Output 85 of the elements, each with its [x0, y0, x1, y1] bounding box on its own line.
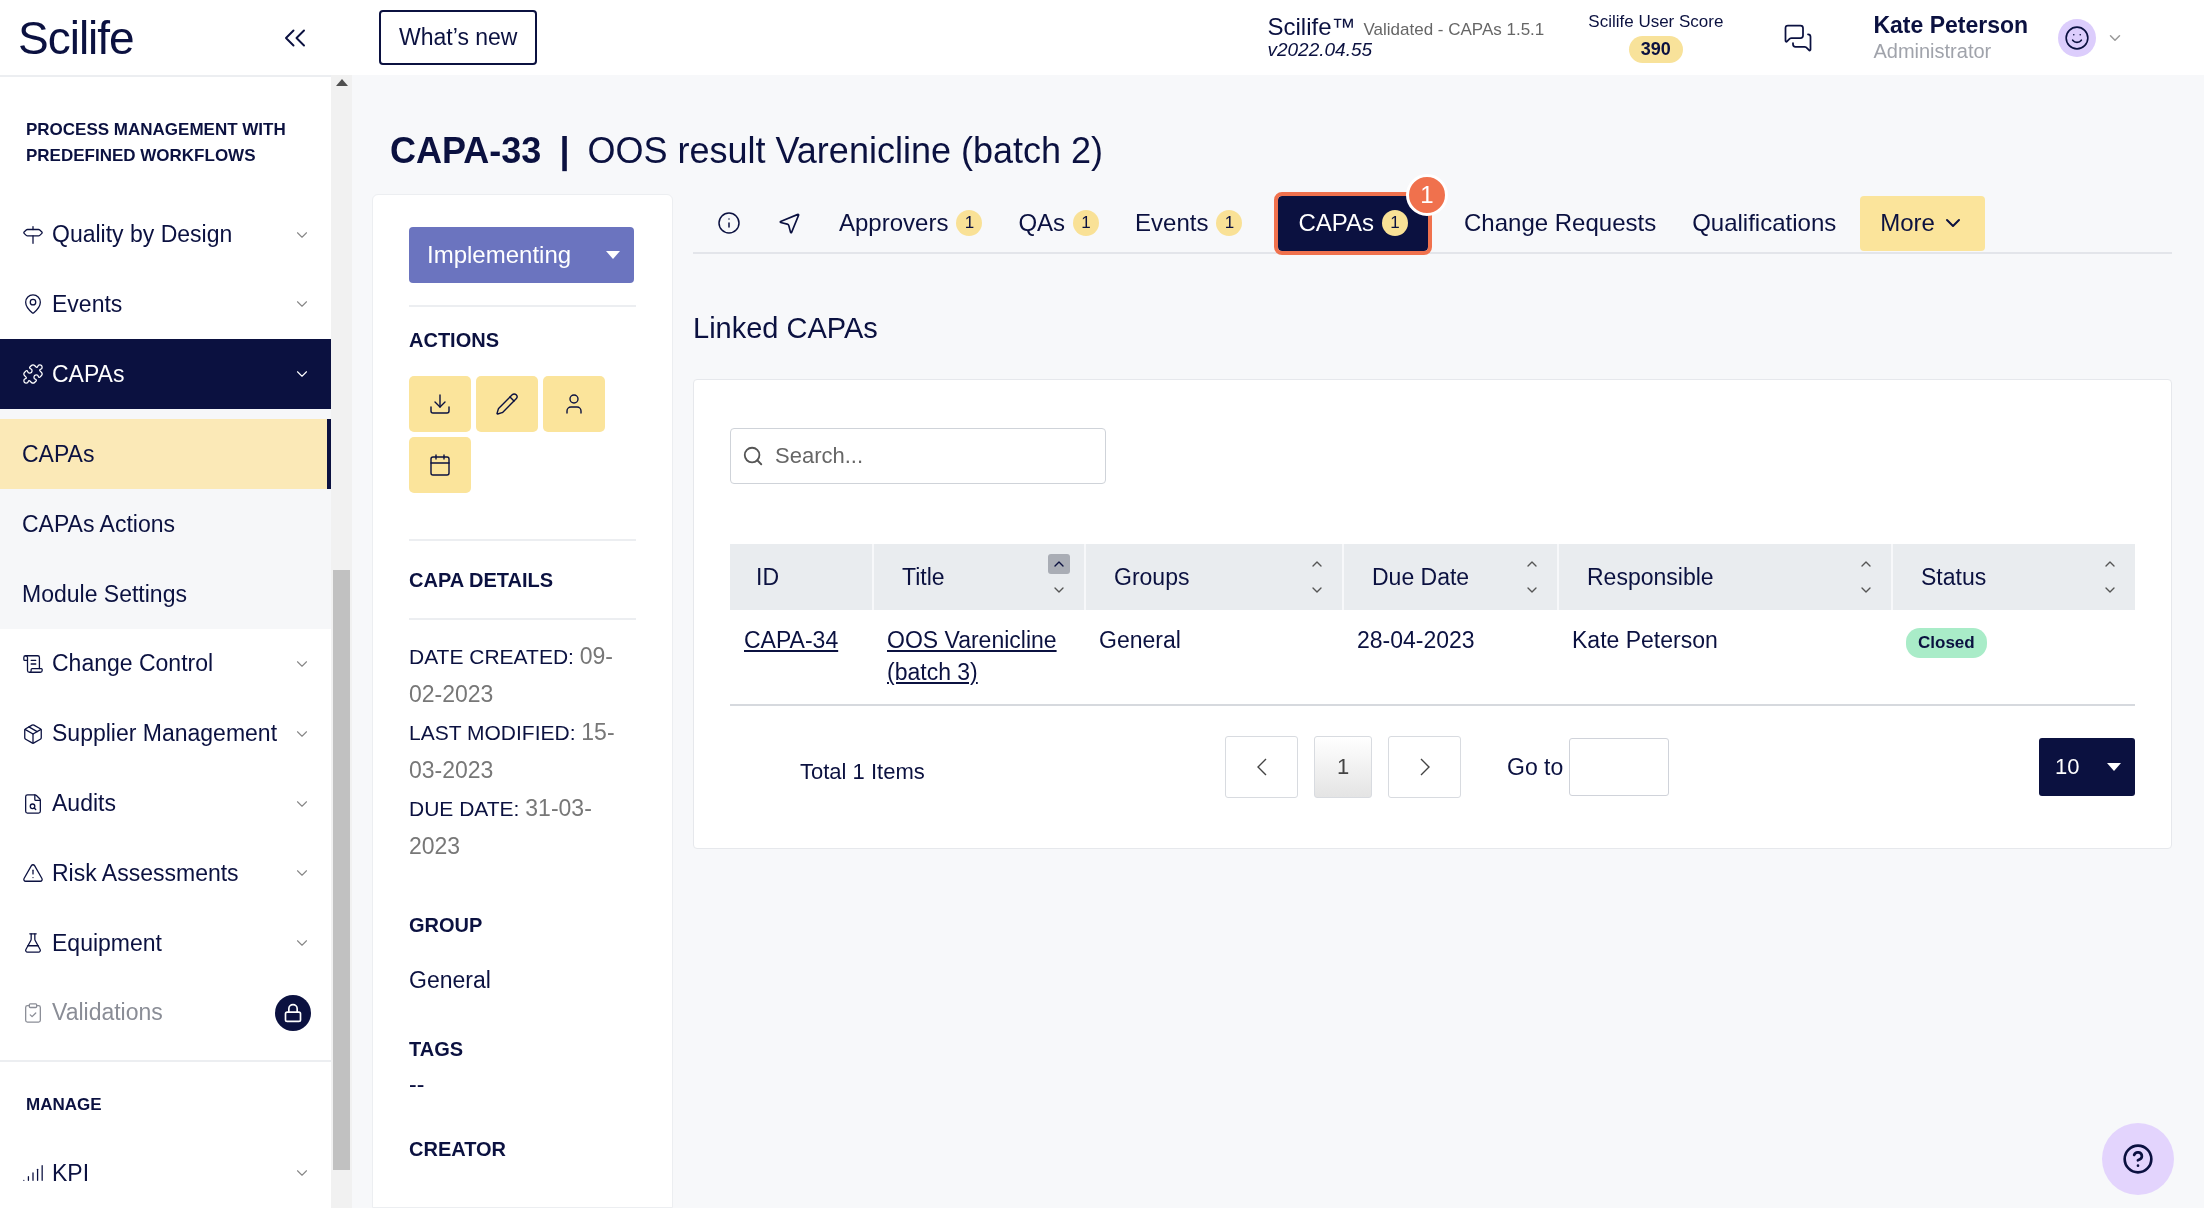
status-dropdown[interactable]: Implementing — [409, 227, 634, 283]
go-to-label: Go to — [1507, 753, 1564, 781]
file-search-icon — [22, 792, 44, 815]
document-list-icon — [22, 652, 44, 675]
count-badge: 1 — [956, 210, 983, 236]
notification-badge: 1 — [1406, 173, 1449, 216]
calendar-icon[interactable] — [409, 437, 471, 493]
signpost-icon — [22, 223, 44, 246]
warning-icon — [22, 862, 44, 885]
detail-field: DATE CREATED: 09-02-2023 — [409, 638, 636, 714]
more-button[interactable]: More — [1860, 195, 1985, 251]
map-pin-icon — [22, 293, 44, 316]
sidebar-item-label: CAPAs — [52, 360, 126, 388]
group-value: General — [409, 966, 492, 994]
score-badge: 390 — [1628, 36, 1683, 63]
help-icon — [2122, 1143, 2154, 1175]
count-badge: 1 — [1073, 210, 1100, 236]
sort-up-icon[interactable] — [1048, 554, 1070, 574]
clipboard-check-icon — [22, 1001, 44, 1024]
column-header[interactable]: Groups — [1085, 544, 1343, 610]
section-heading: CAPA DETAILS — [409, 569, 555, 592]
section-heading: ACTIONS — [409, 329, 500, 352]
record-link[interactable]: CAPA-34 — [744, 624, 839, 657]
record-link[interactable]: OOS Varenicline (batch 3) — [887, 624, 1071, 689]
sidebar-item-label: KPI — [52, 1159, 91, 1187]
chevron-right-icon — [1419, 758, 1430, 777]
logo[interactable]: Scilife — [18, 10, 134, 65]
sidebar-item-label: Events — [52, 290, 124, 318]
column-header[interactable]: Title — [873, 544, 1085, 610]
section-title: PROCESS MANAGEMENT WITH PREDEFINED WORKFLOWS — [25, 119, 287, 168]
page-button[interactable]: 1 — [1314, 736, 1372, 799]
search-icon — [742, 445, 764, 467]
validation-label: Validated - CAPAs 1.5.1 — [1363, 19, 1545, 39]
page-title: CAPA-33 | OOS result Varenicline (batch 2) — [390, 130, 1104, 172]
sidebar-item-label: Quality by Design — [52, 221, 234, 249]
info-icon — [717, 211, 741, 235]
go-to-field[interactable] — [1569, 738, 1670, 797]
section-title: MANAGE — [25, 1093, 103, 1116]
status-badge: Closed — [1906, 628, 1987, 658]
table-cell: 28-04-2023 — [1357, 627, 1475, 653]
product-name: Scilife™ — [1267, 12, 1356, 40]
sidebar-item-label: Equipment — [52, 929, 163, 957]
column-header[interactable]: Due Date — [1343, 544, 1558, 610]
sidebar-item-label: Risk Assessments — [52, 859, 240, 887]
sidebar-item-label: Audits — [52, 790, 117, 818]
section-heading: CREATOR — [409, 1137, 508, 1161]
sidebar-item-label: Validations — [52, 999, 164, 1027]
chevron-left-icon — [1256, 758, 1267, 777]
chat-icon[interactable] — [1783, 22, 1814, 53]
lock-icon — [275, 994, 311, 1031]
sidebar-subitem[interactable]: CAPAs — [0, 419, 331, 490]
column-header[interactable]: ID — [730, 544, 873, 610]
avatar[interactable] — [2058, 18, 2097, 57]
user-name: Kate Peterson — [1873, 11, 2029, 40]
sidebar-item-label: Supplier Management — [52, 720, 279, 748]
count-badge: 1 — [1382, 210, 1409, 236]
sidebar-subitem[interactable]: CAPAs Actions — [0, 489, 331, 560]
sidebar-subitem[interactable]: Module Settings — [0, 559, 331, 630]
total-items: Total 1 Items — [800, 759, 926, 786]
user-role: Administrator — [1873, 39, 1993, 64]
detail-field: LAST MODIFIED: 15-03-2023 — [409, 713, 636, 790]
version-label: v2022.04.55 — [1267, 40, 1374, 62]
tags-value: -- — [409, 1070, 426, 1098]
column-header[interactable]: Status — [1892, 544, 2135, 610]
pencil-icon[interactable] — [476, 376, 538, 432]
section-heading: GROUP — [409, 913, 484, 937]
search-field[interactable]: Search... — [730, 428, 1106, 484]
column-header[interactable]: Responsible — [1558, 544, 1892, 610]
table-cell: General — [1099, 627, 1181, 653]
scrollbar[interactable] — [331, 75, 352, 1208]
user-icon[interactable] — [543, 376, 605, 432]
download-icon[interactable] — [409, 376, 471, 432]
flask-icon — [22, 932, 44, 955]
puzzle-icon — [22, 363, 44, 386]
section-title: Linked CAPAs — [693, 312, 879, 345]
sidebar-item[interactable]: CAPAs — [0, 339, 331, 410]
table-cell: Kate Peterson — [1572, 627, 1718, 653]
package-icon — [22, 722, 44, 745]
score-label: Scilife User Score — [1588, 12, 1724, 32]
whats-new-button[interactable]: What’s new — [379, 10, 538, 65]
page-size-select[interactable]: 10 — [2039, 738, 2135, 797]
section-heading: TAGS — [409, 1037, 465, 1061]
count-badge: 1 — [1216, 210, 1243, 236]
detail-field: DUE DATE: 31-03-2023 — [409, 789, 636, 866]
sidebar-item-label: Change Control — [52, 650, 215, 678]
